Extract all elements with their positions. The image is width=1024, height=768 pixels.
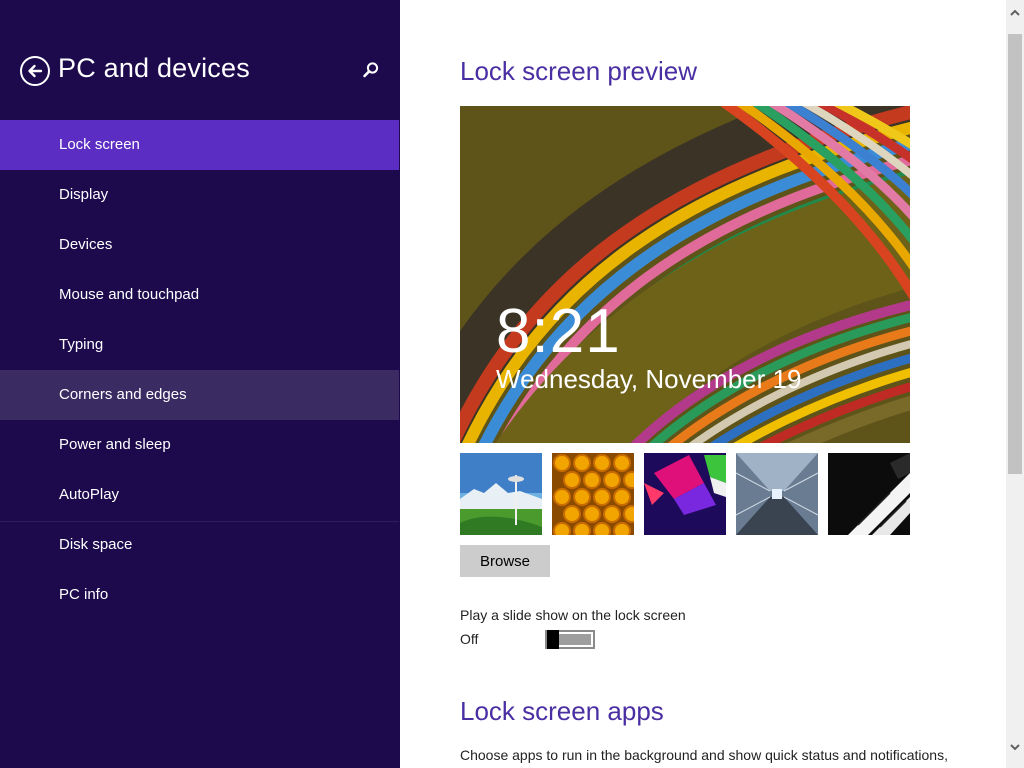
sidebar: PC and devices Lock screen Display Devic… xyxy=(0,0,400,768)
sidebar-item-display[interactable]: Display xyxy=(0,170,399,220)
piano-keys-thumbnail[interactable] xyxy=(828,453,910,535)
search-icon xyxy=(363,62,379,78)
tunnel-motion-thumbnail[interactable] xyxy=(736,453,818,535)
toggle-knob xyxy=(547,630,559,649)
sidebar-item-label: Power and sleep xyxy=(59,436,171,453)
seattle-space-needle-thumbnail[interactable] xyxy=(460,453,542,535)
sidebar-item-label: Lock screen xyxy=(59,136,140,153)
slideshow-toggle[interactable] xyxy=(545,630,595,649)
back-button[interactable] xyxy=(20,56,50,86)
nav-divider xyxy=(0,521,399,522)
lock-screen-preview-heading: Lock screen preview xyxy=(460,56,697,86)
geometric-shapes-thumbnail[interactable] xyxy=(644,453,726,535)
preview-date: Wednesday, November 19 xyxy=(496,364,802,394)
lock-screen-apps-description: Choose apps to run in the background and… xyxy=(460,747,948,763)
vertical-scrollbar[interactable] xyxy=(1006,0,1024,768)
sidebar-item-label: Display xyxy=(59,186,109,203)
toggle-track xyxy=(559,634,591,645)
sidebar-item-autoplay[interactable]: AutoPlay xyxy=(0,470,399,520)
sidebar-item-label: PC info xyxy=(59,586,109,603)
sidebar-item-typing[interactable]: Typing xyxy=(0,320,399,370)
sidebar-item-mouse-and-touchpad[interactable]: Mouse and touchpad xyxy=(0,270,399,320)
scroll-down-arrow-icon[interactable] xyxy=(1006,738,1024,756)
sidebar-item-pc-info[interactable]: PC info xyxy=(0,570,399,620)
sidebar-item-label: Typing xyxy=(59,336,104,353)
scroll-up-arrow-icon[interactable] xyxy=(1006,4,1024,22)
sidebar-item-label: Corners and edges xyxy=(59,386,187,403)
lock-screen-preview: 8:21 Wednesday, November 19 xyxy=(460,106,910,443)
settings-nav: Lock screen Display Devices Mouse and to… xyxy=(0,120,399,620)
background-picker xyxy=(460,453,910,535)
slideshow-toggle-state: Off xyxy=(460,631,479,647)
sidebar-item-label: Disk space xyxy=(59,536,133,553)
sidebar-item-disk-space[interactable]: Disk space xyxy=(0,520,399,570)
sidebar-item-corners-and-edges[interactable]: Corners and edges xyxy=(0,370,399,420)
slideshow-setting-label: Play a slide show on the lock screen xyxy=(460,607,686,623)
main-content: Lock screen preview 8:21 Wednesday, Nove… xyxy=(400,0,1006,768)
sidebar-item-devices[interactable]: Devices xyxy=(0,220,399,270)
search-button[interactable] xyxy=(361,60,381,80)
scrollbar-thumb[interactable] xyxy=(1008,34,1022,474)
honeycomb-thumbnail[interactable] xyxy=(552,453,634,535)
preview-clock: 8:21 xyxy=(496,297,621,366)
page-title: PC and devices xyxy=(58,53,250,83)
sidebar-item-lock-screen[interactable]: Lock screen xyxy=(0,120,399,170)
sidebar-item-power-and-sleep[interactable]: Power and sleep xyxy=(0,420,399,470)
sidebar-item-label: Devices xyxy=(59,236,113,253)
back-arrow-icon xyxy=(28,64,43,78)
sidebar-item-label: AutoPlay xyxy=(59,486,120,503)
browse-button[interactable]: Browse xyxy=(460,545,550,577)
sidebar-item-label: Mouse and touchpad xyxy=(59,286,200,303)
lock-screen-apps-heading: Lock screen apps xyxy=(460,696,664,726)
